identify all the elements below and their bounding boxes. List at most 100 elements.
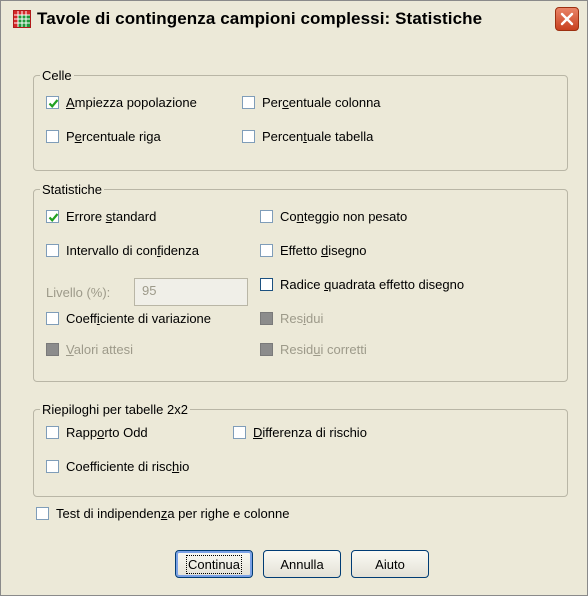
- label-text: Coeff: [66, 311, 97, 326]
- livello-label: Livello (%):: [46, 285, 111, 300]
- checkbox-box[interactable]: [46, 210, 59, 223]
- close-icon: [560, 12, 574, 26]
- label-text: Coefficiente di risc: [66, 459, 172, 474]
- label-mnemonic: e: [74, 129, 82, 144]
- checkbox-box[interactable]: [46, 312, 59, 325]
- checkbox-label: Differenza di rischio: [253, 425, 367, 440]
- checkbox-box[interactable]: [46, 426, 59, 439]
- statistiche-legend: Statistiche: [40, 182, 104, 197]
- valori-attesi-checkbox: Valori attesi: [46, 342, 133, 357]
- checkbox-label: Ampiezza popolazione: [66, 95, 197, 110]
- checkbox-label: Intervallo di confidenza: [66, 243, 199, 258]
- label-mnemonic: A: [66, 95, 75, 110]
- label-text: Percen: [262, 129, 304, 144]
- checkbox-box: [46, 343, 59, 356]
- label-text: io: [179, 459, 190, 474]
- title-bar[interactable]: Tavole di contingenza campioni complessi…: [1, 1, 587, 37]
- radice-quadrata-checkbox[interactable]: Radice quadrata effetto disegno: [260, 277, 464, 292]
- checkbox-label: Radice quadrata effetto disegno: [280, 277, 464, 292]
- continua-label: Continua: [185, 554, 243, 574]
- label-text: Per: [262, 95, 283, 110]
- label-text: ciente di variazione: [99, 311, 212, 326]
- checkbox-label: Residui: [280, 311, 323, 326]
- label-text: Rapp: [66, 425, 98, 440]
- annulla-label: Annulla: [280, 556, 324, 572]
- checkbox-box[interactable]: [46, 244, 59, 257]
- checkbox-label: Errore standard: [66, 209, 156, 224]
- continua-button[interactable]: Continua: [175, 550, 253, 578]
- residui-corretti-checkbox: Residui corretti: [260, 342, 367, 357]
- coefficiente-rischio-checkbox[interactable]: Coefficiente di rischio: [46, 459, 189, 474]
- label-mnemonic: D: [253, 425, 263, 440]
- riepiloghi-group: Riepiloghi per tabelle 2x2: [33, 402, 568, 497]
- checkbox-label: Percentuale riga: [66, 129, 161, 144]
- intervallo-confidenza-checkbox[interactable]: Intervallo di confidenza: [46, 243, 199, 258]
- checkbox-label: Residui corretti: [280, 342, 367, 357]
- checkbox-box[interactable]: [46, 96, 59, 109]
- coefficiente-variazione-checkbox[interactable]: Coefficiente di variazione: [46, 311, 211, 326]
- label-text: uadrata effetto disegno: [331, 277, 465, 292]
- label-text: Radice: [280, 277, 325, 292]
- label-text: mpiezza popolazione: [74, 95, 197, 110]
- label-text: isegno: [328, 243, 367, 258]
- checkmark-icon: [48, 99, 59, 108]
- effetto-disegno-checkbox[interactable]: Effetto disegno: [260, 243, 367, 258]
- differenza-rischio-checkbox[interactable]: Differenza di rischio: [233, 425, 367, 440]
- checkbox-label: Conteggio non pesato: [280, 209, 407, 224]
- conteggio-non-pesato-checkbox[interactable]: Conteggio non pesato: [260, 209, 407, 224]
- residui-checkbox: Residui: [260, 311, 323, 326]
- label-text: a per righe e colonne: [167, 506, 290, 521]
- aiuto-button[interactable]: Aiuto: [351, 550, 429, 578]
- percentuale-tabella-checkbox[interactable]: Percentuale tabella: [242, 129, 373, 144]
- label-text: P: [66, 129, 75, 144]
- label-text: ifferenza di rischio: [262, 425, 367, 440]
- checkbox-box[interactable]: [260, 210, 273, 223]
- aiuto-label: Aiuto: [375, 556, 405, 572]
- percentuale-colonna-checkbox[interactable]: Percentuale colonna: [242, 95, 381, 110]
- checkbox-box: [260, 343, 273, 356]
- checkbox-box[interactable]: [242, 130, 255, 143]
- checkbox-box[interactable]: [260, 244, 273, 257]
- label-text: alori attesi: [73, 342, 133, 357]
- celle-group: Celle: [33, 68, 568, 171]
- riepiloghi-legend: Riepiloghi per tabelle 2x2: [40, 402, 190, 417]
- label-text: Errore: [66, 209, 106, 224]
- checkbox-label: Test di indipendenza per righe e colonne: [56, 506, 289, 521]
- checkbox-label: Coefficiente di rischio: [66, 459, 189, 474]
- checkbox-label: Percentuale tabella: [262, 129, 373, 144]
- label-mnemonic: n: [296, 209, 304, 224]
- label-text: Test di indipenden: [56, 506, 161, 521]
- celle-legend: Celle: [40, 68, 74, 83]
- checkbox-label: Effetto disegno: [280, 243, 367, 258]
- dialog-title: Tavole di contingenza campioni complessi…: [37, 9, 483, 28]
- label-text: teggio non pesato: [303, 209, 408, 224]
- checkbox-box[interactable]: [242, 96, 255, 109]
- ampiezza-popolazione-checkbox[interactable]: Ampiezza popolazione: [46, 95, 197, 110]
- checkbox-box[interactable]: [233, 426, 246, 439]
- label-text: dui: [306, 311, 324, 326]
- label-text: entuale colonna: [288, 95, 381, 110]
- crosstab-table-icon: [13, 10, 31, 28]
- label-text: Effetto: [280, 243, 321, 258]
- errore-standard-checkbox[interactable]: Errore standard: [46, 209, 156, 224]
- label-text: rto Odd: [104, 425, 148, 440]
- test-indipendenza-checkbox[interactable]: Test di indipendenza per righe e colonne: [36, 506, 289, 521]
- checkbox-box[interactable]: [46, 130, 59, 143]
- label-text: tandard: [112, 209, 157, 224]
- checkbox-box[interactable]: [46, 460, 59, 473]
- close-button[interactable]: [555, 7, 579, 31]
- checkbox-box: [260, 312, 273, 325]
- label-text: Co: [280, 209, 297, 224]
- livello-input: 95: [134, 278, 248, 306]
- checkbox-label: Coefficiente di variazione: [66, 311, 211, 326]
- checkbox-box[interactable]: [260, 278, 273, 291]
- label-text: uale tabella: [306, 129, 374, 144]
- label-text: rcentuale riga: [81, 129, 161, 144]
- label-text: Intervallo di con: [66, 243, 158, 258]
- label-text: Resid: [280, 342, 314, 357]
- rapporto-odd-checkbox[interactable]: Rapporto Odd: [46, 425, 148, 440]
- annulla-button[interactable]: Annulla: [263, 550, 341, 578]
- checkbox-box[interactable]: [36, 507, 49, 520]
- percentuale-riga-checkbox[interactable]: Percentuale riga: [46, 129, 161, 144]
- label-mnemonic: V: [66, 342, 74, 357]
